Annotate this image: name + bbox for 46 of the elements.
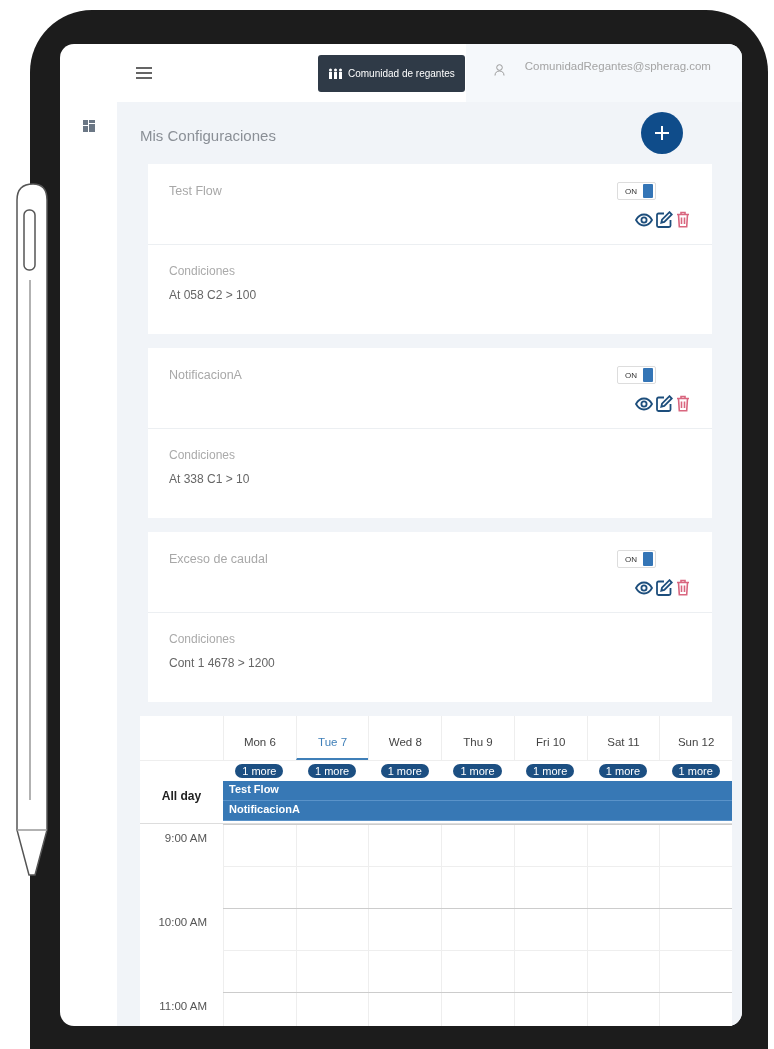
on-off-toggle[interactable]: ON: [617, 550, 656, 568]
on-off-toggle[interactable]: ON: [617, 182, 656, 200]
plus-icon: [655, 126, 669, 140]
conditions-label: Condiciones: [169, 448, 237, 462]
condition-text: At 338 C1 > 10: [169, 472, 251, 486]
day-header[interactable]: Mon 6: [223, 716, 296, 760]
add-button[interactable]: [641, 112, 683, 154]
view-icon[interactable]: [635, 580, 653, 595]
organization-button[interactable]: Comunidad de regantes: [318, 54, 465, 92]
condition-text: At 058 C2 > 100: [169, 288, 258, 302]
time-label: 10:00 AM: [158, 916, 207, 930]
day-header[interactable]: Sun 12: [659, 716, 732, 760]
view-icon[interactable]: [635, 212, 653, 227]
day-header[interactable]: Wed 8: [368, 716, 442, 760]
user-email: ComunidadRegantes@spherag.com: [524, 60, 711, 72]
day-header[interactable]: Sat 11: [586, 716, 660, 760]
day-header[interactable]: Thu 9: [441, 716, 514, 760]
edit-icon[interactable]: [656, 579, 673, 596]
view-icon[interactable]: [635, 396, 653, 411]
people-icon: [328, 67, 343, 79]
configuration-name: Test Flow: [169, 183, 222, 200]
time-label: 11:00 AM: [159, 1000, 207, 1014]
dashboard-icon[interactable]: [82, 120, 95, 132]
conditions-label: Condiciones: [169, 264, 237, 278]
edit-icon[interactable]: [656, 211, 673, 228]
day-header[interactable]: Tue 7: [295, 716, 369, 760]
more-events-badge[interactable]: 1 more: [235, 764, 284, 778]
more-events-badge[interactable]: 1 more: [526, 764, 575, 778]
configuration-name: Exceso de caudal: [169, 551, 268, 568]
configuration-name: NotificacionA: [169, 367, 242, 384]
menu-icon[interactable]: [136, 67, 152, 79]
more-events-badge[interactable]: 1 more: [380, 764, 429, 778]
more-events-badge[interactable]: 1 more: [307, 764, 357, 778]
page-title: Mis Configuraciones: [140, 125, 276, 144]
calendar-event[interactable]: NotificacionA: [223, 801, 732, 821]
conditions-label: Condiciones: [169, 632, 237, 646]
all-day-label: All day: [161, 789, 202, 803]
day-header[interactable]: Fri 10: [513, 716, 587, 760]
more-events-badge[interactable]: 1 more: [453, 764, 502, 778]
edit-icon[interactable]: [656, 395, 673, 412]
condition-text: Cont 1 4678 > 1200: [169, 656, 276, 670]
calendar-event[interactable]: Test Flow: [223, 781, 732, 801]
on-off-toggle[interactable]: ON: [617, 366, 656, 384]
more-events-badge[interactable]: 1 more: [598, 764, 648, 778]
time-label: 9:00 AM: [164, 832, 207, 846]
more-events-badge[interactable]: 1 more: [671, 764, 720, 778]
